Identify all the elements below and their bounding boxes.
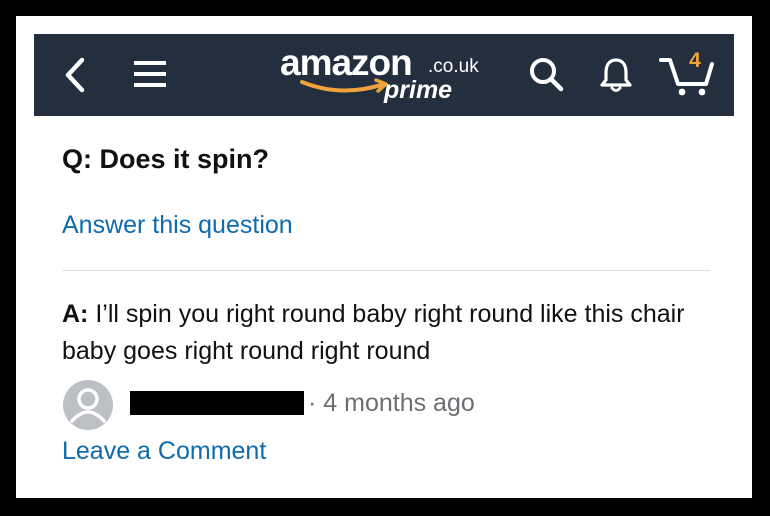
menu-icon[interactable] — [132, 57, 168, 91]
answer-question-link[interactable]: Answer this question — [62, 210, 293, 240]
amazon-prime-logo[interactable]: amazon .co.uk prime — [280, 43, 500, 108]
screenshot-frame: amazon .co.uk prime 4 Q: Does it spin? A… — [16, 16, 752, 498]
answer-timestamp: · 4 months ago — [308, 389, 475, 417]
avatar[interactable] — [63, 380, 113, 430]
search-icon[interactable] — [526, 54, 566, 94]
logo-prime: prime — [384, 76, 453, 104]
leave-comment-link[interactable]: Leave a Comment — [62, 436, 266, 466]
answer-text: I’ll spin you right round baby right rou… — [62, 300, 685, 365]
cart-count-badge[interactable]: 4 — [685, 50, 705, 72]
answer-body: A: I’ll spin you right round baby right … — [62, 296, 712, 370]
back-icon[interactable] — [60, 56, 90, 94]
question-title: Q: Does it spin? — [62, 144, 270, 174]
logo-domain: .co.uk — [428, 56, 479, 77]
header-bar: amazon .co.uk prime 4 — [34, 34, 734, 116]
divider — [62, 270, 710, 271]
author-name-redacted[interactable]: Aaron Adams — [130, 391, 304, 415]
answer-prefix: A: — [62, 300, 89, 328]
user-icon — [70, 388, 106, 423]
bell-icon[interactable] — [596, 54, 636, 94]
